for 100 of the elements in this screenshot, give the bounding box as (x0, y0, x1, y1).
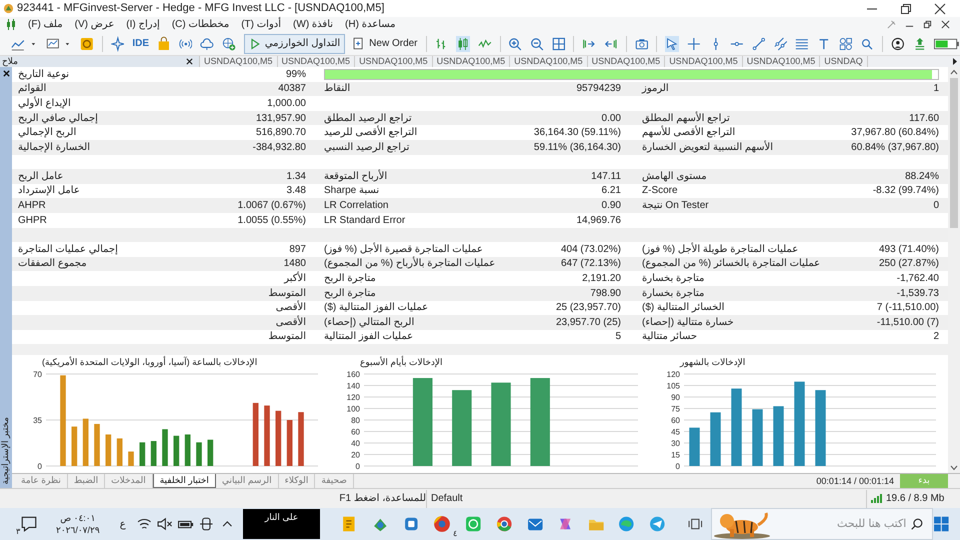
label-text: الإيداع الأولي (18, 96, 71, 110)
value-text: الأقصى (276, 316, 306, 329)
label-text: الرموز (642, 82, 669, 96)
bar (286, 420, 292, 466)
label-text: AHPR (18, 199, 46, 212)
menu-item[interactable]: إدراج (I) (126, 17, 160, 32)
shapes-icon[interactable] (838, 36, 852, 52)
scroll-down-icon[interactable] (950, 465, 958, 471)
value-text: 36,164.30 (59.11%) (534, 126, 621, 140)
crosshair-icon[interactable] (686, 36, 701, 52)
device-icon[interactable] (198, 515, 214, 533)
label-text: القوائم (18, 82, 46, 96)
cursor-icon[interactable] (665, 36, 679, 52)
bar (208, 440, 214, 466)
value-text: -8.32 (99.74%) (872, 184, 939, 198)
app-icon (3, 3, 14, 14)
value-text: المتوسط (268, 330, 306, 344)
scroll-up-icon[interactable] (950, 69, 958, 75)
signal-icon (871, 494, 883, 503)
label-text: نسبة Sharpe (324, 184, 380, 198)
browser-profile-icon[interactable] (433, 515, 452, 533)
zoom-out-icon[interactable] (530, 36, 544, 52)
bar (184, 434, 190, 466)
value-text: 404 (73.02%) (560, 242, 621, 256)
cloud-icon[interactable] (200, 36, 214, 52)
bar (174, 436, 180, 466)
scrollbar-thumb[interactable] (950, 78, 958, 228)
search-field[interactable]: اكتب هنا للبحث (772, 516, 910, 532)
level-icon[interactable] (912, 36, 926, 52)
trend-line-icon[interactable] (752, 36, 766, 52)
new-order-button[interactable]: New Order (349, 34, 421, 54)
candlestick-icon[interactable] (456, 36, 470, 52)
axis-tick-label: 90 (671, 393, 680, 402)
label-text: تراجع الأسهم المطلق (642, 112, 730, 124)
globe-plus-icon[interactable] (222, 36, 236, 52)
ide-button[interactable]: IDE (129, 36, 152, 51)
value-text: 147.11 (591, 170, 621, 183)
restore-icon[interactable] (923, 20, 932, 29)
restore-icon[interactable] (900, 2, 912, 14)
axis-tick-label: 120 (666, 370, 680, 380)
value-text: 0.90 (602, 199, 621, 212)
axis-tick-label: 80 (351, 416, 360, 426)
scroll-right-icon[interactable] (950, 56, 960, 67)
browser-icon[interactable] (496, 515, 513, 533)
value-text: -384,932.80 (252, 140, 306, 154)
clock-time[interactable]: ٠٤:٠١ ص (60, 512, 96, 524)
menu-item[interactable]: ملف (F) (28, 17, 63, 32)
chart-title: الإدخالات بالساعة (آسيا، أوروبا، الولايات المتحدة الأمريكية) (42, 355, 258, 370)
close-icon[interactable] (941, 20, 950, 29)
bar (752, 410, 763, 466)
close-icon[interactable] (2, 70, 10, 77)
close-icon[interactable] (186, 58, 193, 65)
label-text: متاجرة بخسارة (642, 286, 704, 300)
windows-start-icon[interactable] (933, 515, 950, 533)
shopping-bag-icon[interactable] (157, 36, 171, 52)
search-box[interactable]: اكتب هنا للبحث (711, 508, 934, 540)
bar (150, 441, 156, 466)
wave-browser-icon[interactable] (618, 515, 636, 533)
menu-item[interactable]: عرض (V) (74, 17, 114, 32)
axis-tick-label: 60 (351, 428, 360, 437)
value-text: 3.48 (286, 184, 306, 198)
label-text: عمليات المتاجرة بالأرباح (% من المجموع) (324, 257, 496, 270)
widget[interactable]: على النار (242, 509, 320, 539)
label-text: عمليات المتاجرة بالخسائر (% من المجموع) (642, 257, 820, 270)
clock-date[interactable]: ٢٠٢٦/٠٧/٢٩ (56, 524, 100, 536)
close-icon[interactable] (934, 2, 946, 14)
menu-item[interactable]: أدوات (T) (241, 17, 282, 32)
menu-item[interactable]: نافذة (W) (293, 17, 334, 32)
value-text: 798.90 (590, 286, 621, 300)
algo-trading-button[interactable]: التداول الخوارزمي (244, 34, 346, 54)
speaker-muted-icon[interactable] (156, 515, 173, 533)
document-icon[interactable] (340, 515, 358, 533)
sparkle-icon[interactable] (110, 36, 124, 52)
label-text: نوعية التاريخ (18, 68, 70, 81)
chat-bubble-icon[interactable] (20, 515, 38, 533)
coin-icon[interactable] (80, 36, 94, 52)
paper-plane-icon[interactable] (649, 515, 666, 533)
value-text: 23,957.70 (25) (556, 316, 621, 329)
scrollbar[interactable] (948, 67, 960, 473)
label-text: التراجع الأقصى للرصيد (324, 126, 418, 140)
bar (298, 412, 304, 466)
menu-item[interactable]: مخططات (C) (172, 17, 230, 32)
language-indicator[interactable]: ع (120, 516, 126, 532)
label-text: متاجرة الربح (324, 286, 376, 300)
tab[interactable]: اختبار الخلفية (152, 474, 216, 488)
zoom-in-icon[interactable] (508, 36, 522, 52)
square-app-icon[interactable] (402, 515, 420, 533)
account-icon[interactable] (891, 36, 905, 52)
value-text: -11,510.00 (7) (876, 316, 939, 329)
value-text: 1.0067 (0.67%) (238, 199, 306, 212)
grid-icon[interactable] (552, 36, 566, 52)
bar (82, 418, 88, 466)
axis-tick-label: 140 (346, 382, 360, 391)
bar (689, 428, 700, 466)
panel-title: مختبر الإستراتيجية (0, 416, 12, 484)
value-text: 131,957.90 (256, 112, 306, 124)
pin-icon[interactable] (887, 20, 896, 29)
menu-item[interactable]: مساعدة (H) (345, 17, 396, 32)
value-text: 647 (72.13%) (560, 257, 621, 270)
channel-icon[interactable] (774, 36, 788, 52)
